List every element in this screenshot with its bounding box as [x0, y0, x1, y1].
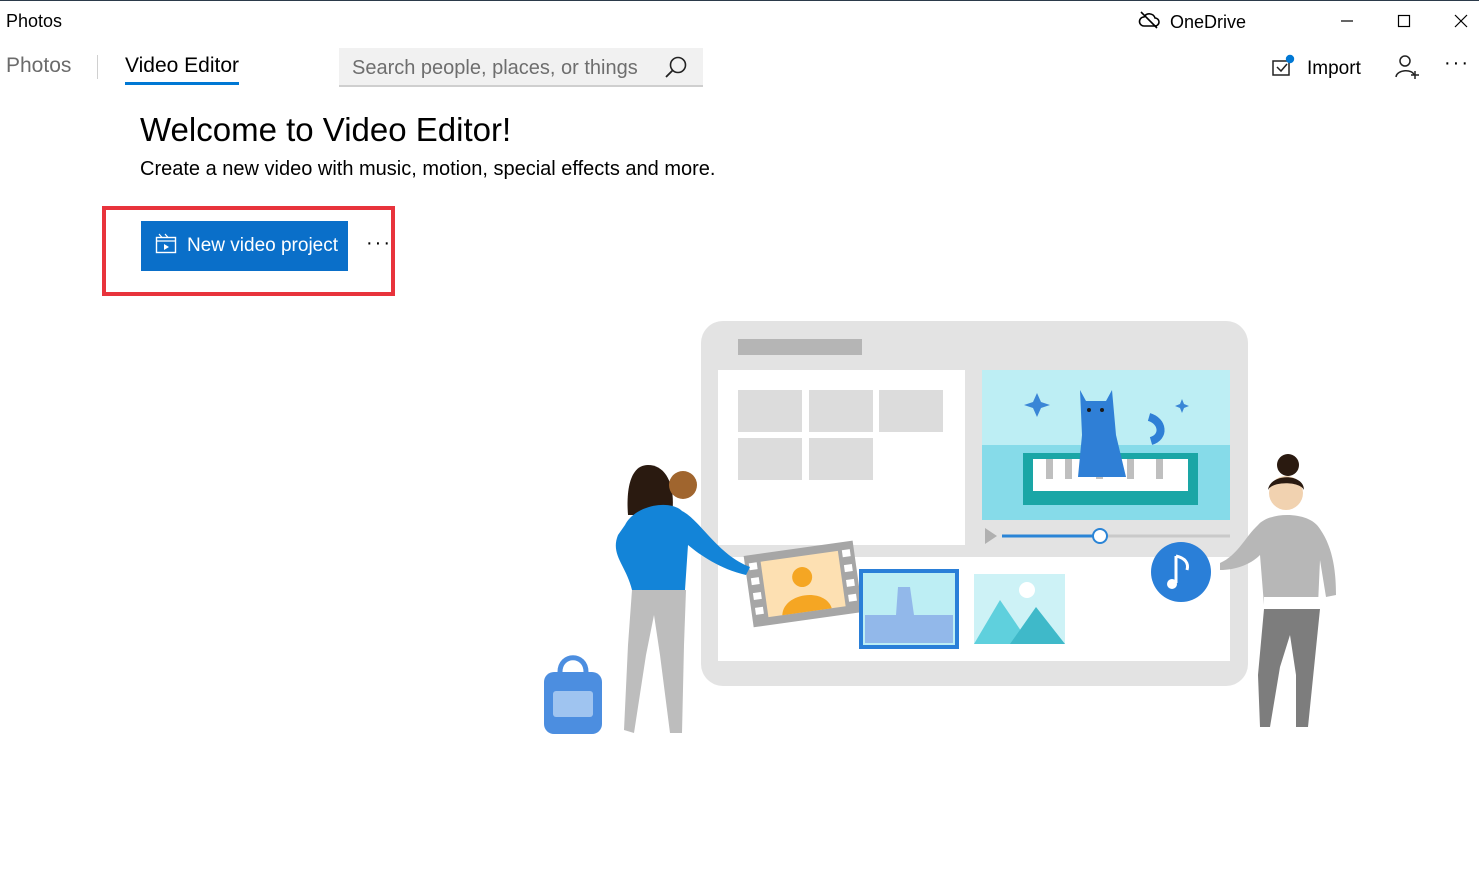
import-icon [1271, 54, 1295, 83]
more-options-button[interactable]: ··· [1444, 52, 1474, 80]
search-icon [665, 56, 687, 78]
window-top-border [0, 0, 1479, 1]
maximize-button[interactable] [1384, 6, 1424, 36]
project-more-button[interactable]: ··· [366, 232, 392, 255]
search-input[interactable] [339, 48, 654, 88]
nav-divider [97, 55, 98, 79]
close-button[interactable] [1441, 6, 1479, 36]
account-button[interactable] [1394, 53, 1422, 81]
maximize-icon [1397, 14, 1411, 28]
import-label: Import [1307, 57, 1361, 79]
onedrive-button[interactable]: OneDrive [1138, 9, 1246, 35]
selected-tab-indicator [125, 82, 239, 85]
add-person-icon [1395, 55, 1419, 79]
video-editor-illustration [530, 315, 1350, 750]
onedrive-label: OneDrive [1170, 11, 1247, 32]
search-button[interactable] [663, 55, 689, 81]
video-project-icon [155, 233, 177, 260]
page-title: Welcome to Video Editor! [140, 111, 512, 148]
new-video-project-button[interactable]: New video project [141, 221, 348, 271]
search-box [339, 48, 703, 88]
page-subtitle: Create a new video with music, motion, s… [140, 158, 716, 180]
tab-photos[interactable]: Photos [6, 54, 71, 78]
cloud-off-icon [1138, 10, 1160, 35]
minimize-button[interactable] [1327, 6, 1367, 36]
new-video-project-label: New video project [187, 235, 339, 256]
tab-video-editor[interactable]: Video Editor [125, 54, 239, 78]
close-icon [1454, 14, 1468, 28]
app-title: Photos [6, 11, 63, 31]
import-button[interactable]: Import [1271, 54, 1361, 83]
minimize-icon [1341, 20, 1353, 22]
